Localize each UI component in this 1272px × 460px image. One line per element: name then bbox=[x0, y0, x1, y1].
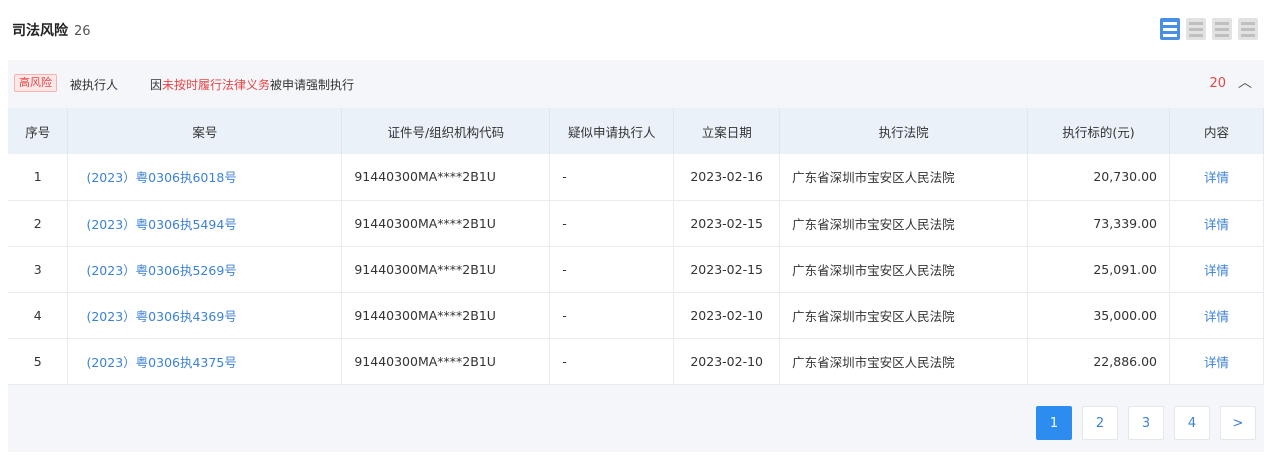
col-header-id: 证件号/组织机构代码 bbox=[341, 108, 551, 154]
col-header-date: 立案日期 bbox=[673, 108, 781, 154]
row-case-cell: (2023）粤0306执4369号 bbox=[67, 292, 343, 338]
grid-view-icon[interactable] bbox=[1186, 18, 1206, 40]
col-header-index: 序号 bbox=[8, 108, 69, 154]
row-court: 广东省深圳市宝安区人民法院 bbox=[779, 154, 1029, 200]
col-header-case: 案号 bbox=[67, 108, 343, 154]
row-applicant: - bbox=[549, 292, 675, 338]
table-row: 4 (2023）粤0306执4369号 91440300MA****2B1U -… bbox=[8, 292, 1265, 338]
table-header-row: 序号 案号 证件号/组织机构代码 疑似申请执行人 立案日期 执行法院 执行标的(… bbox=[8, 108, 1265, 154]
row-id: 91440300MA****2B1U bbox=[341, 292, 551, 338]
row-index: 2 bbox=[8, 200, 69, 246]
case-number-link[interactable]: (2023）粤0306执6018号 bbox=[68, 170, 236, 185]
row-index: 5 bbox=[8, 338, 69, 384]
row-id: 91440300MA****2B1U bbox=[341, 338, 551, 384]
case-number-link[interactable]: (2023）粤0306执5494号 bbox=[68, 217, 236, 232]
pagination: 1 2 3 4 > bbox=[1036, 406, 1256, 440]
row-amount: 35,000.00 bbox=[1027, 292, 1170, 338]
enforcement-table: 序号 案号 证件号/组织机构代码 疑似申请执行人 立案日期 执行法院 执行标的(… bbox=[8, 108, 1265, 385]
table-row: 5 (2023）粤0306执4375号 91440300MA****2B1U -… bbox=[8, 338, 1265, 384]
section-header: 司法风险 26 bbox=[0, 0, 1272, 60]
row-court: 广东省深圳市宝安区人民法院 bbox=[779, 338, 1029, 384]
row-index: 1 bbox=[8, 154, 69, 200]
row-detail-cell: 详情 bbox=[1169, 338, 1265, 384]
row-index: 3 bbox=[8, 246, 69, 292]
section-title-count: 26 bbox=[74, 24, 91, 39]
row-date: 2023-02-15 bbox=[673, 246, 781, 292]
row-case-cell: (2023）粤0306执5494号 bbox=[67, 200, 343, 246]
col-header-applicant: 疑似申请执行人 bbox=[549, 108, 675, 154]
row-date: 2023-02-10 bbox=[673, 292, 781, 338]
row-detail-cell: 详情 bbox=[1169, 292, 1265, 338]
section-title: 司法风险 26 bbox=[12, 20, 91, 40]
page-button-2[interactable]: 2 bbox=[1082, 406, 1118, 440]
table-row: 2 (2023）粤0306执5494号 91440300MA****2B1U -… bbox=[8, 200, 1265, 246]
row-case-cell: (2023）粤0306执4375号 bbox=[67, 338, 343, 384]
row-applicant: - bbox=[549, 338, 675, 384]
risk-desc-suffix: 被申请强制执行 bbox=[270, 78, 355, 92]
risk-desc-highlight: 未按时履行法律义务 bbox=[162, 78, 271, 92]
page-button-3[interactable]: 3 bbox=[1128, 406, 1164, 440]
row-case-cell: (2023）粤0306执5269号 bbox=[67, 246, 343, 292]
detail-link[interactable]: 详情 bbox=[1204, 309, 1229, 324]
table-row: 3 (2023）粤0306执5269号 91440300MA****2B1U -… bbox=[8, 246, 1265, 292]
row-id: 91440300MA****2B1U bbox=[341, 246, 551, 292]
row-court: 广东省深圳市宝安区人民法院 bbox=[779, 200, 1029, 246]
view-switcher bbox=[1160, 18, 1258, 40]
row-amount: 73,339.00 bbox=[1027, 200, 1170, 246]
next-page-button[interactable]: > bbox=[1220, 406, 1256, 440]
row-index: 4 bbox=[8, 292, 69, 338]
section-title-text: 司法风险 bbox=[12, 23, 68, 39]
risk-desc-prefix: 因 bbox=[150, 78, 163, 92]
col-header-detail: 内容 bbox=[1169, 108, 1265, 154]
row-date: 2023-02-15 bbox=[673, 200, 781, 246]
row-detail-cell: 详情 bbox=[1169, 154, 1265, 200]
collapse-chevron-icon[interactable]: ︿ bbox=[1238, 72, 1252, 92]
row-applicant: - bbox=[549, 246, 675, 292]
row-id: 91440300MA****2B1U bbox=[341, 154, 551, 200]
case-number-link[interactable]: (2023）粤0306执5269号 bbox=[68, 263, 236, 278]
table-row: 1 (2023）粤0306执6018号 91440300MA****2B1U -… bbox=[8, 154, 1265, 200]
risk-summary-row[interactable]: 高风险 被执行人 因未按时履行法律义务被申请强制执行 20 ︿ bbox=[8, 60, 1264, 104]
row-amount: 25,091.00 bbox=[1027, 246, 1170, 292]
risk-description: 因未按时履行法律义务被申请强制执行 bbox=[150, 76, 354, 93]
col-header-amount: 执行标的(元) bbox=[1027, 108, 1170, 154]
row-detail-cell: 详情 bbox=[1169, 200, 1265, 246]
risk-section: 高风险 被执行人 因未按时履行法律义务被申请强制执行 20 ︿ 序号 案号 证件… bbox=[8, 60, 1265, 452]
row-case-cell: (2023）粤0306执6018号 bbox=[67, 154, 343, 200]
list-view-icon[interactable] bbox=[1160, 18, 1180, 40]
risk-category: 被执行人 bbox=[70, 78, 119, 92]
row-court: 广东省深圳市宝安区人民法院 bbox=[779, 292, 1029, 338]
row-detail-cell: 详情 bbox=[1169, 246, 1265, 292]
detail-link[interactable]: 详情 bbox=[1204, 263, 1229, 278]
detail-link[interactable]: 详情 bbox=[1204, 217, 1229, 232]
row-date: 2023-02-16 bbox=[673, 154, 781, 200]
row-amount: 22,886.00 bbox=[1027, 338, 1170, 384]
row-date: 2023-02-10 bbox=[673, 338, 781, 384]
row-amount: 20,730.00 bbox=[1027, 154, 1170, 200]
detail-link[interactable]: 详情 bbox=[1204, 170, 1229, 185]
row-applicant: - bbox=[549, 154, 675, 200]
risk-count: 20 bbox=[1209, 76, 1226, 91]
risk-level-badge: 高风险 bbox=[14, 74, 57, 92]
row-court: 广东省深圳市宝安区人民法院 bbox=[779, 246, 1029, 292]
col-header-court: 执行法院 bbox=[779, 108, 1029, 154]
row-applicant: - bbox=[549, 200, 675, 246]
case-number-link[interactable]: (2023）粤0306执4375号 bbox=[68, 355, 236, 370]
page-button-1[interactable]: 1 bbox=[1036, 406, 1072, 440]
chart-view-icon[interactable] bbox=[1238, 18, 1258, 40]
page-button-4[interactable]: 4 bbox=[1174, 406, 1210, 440]
row-id: 91440300MA****2B1U bbox=[341, 200, 551, 246]
case-number-link[interactable]: (2023）粤0306执4369号 bbox=[68, 309, 236, 324]
table-view-icon[interactable] bbox=[1212, 18, 1232, 40]
detail-link[interactable]: 详情 bbox=[1204, 355, 1229, 370]
